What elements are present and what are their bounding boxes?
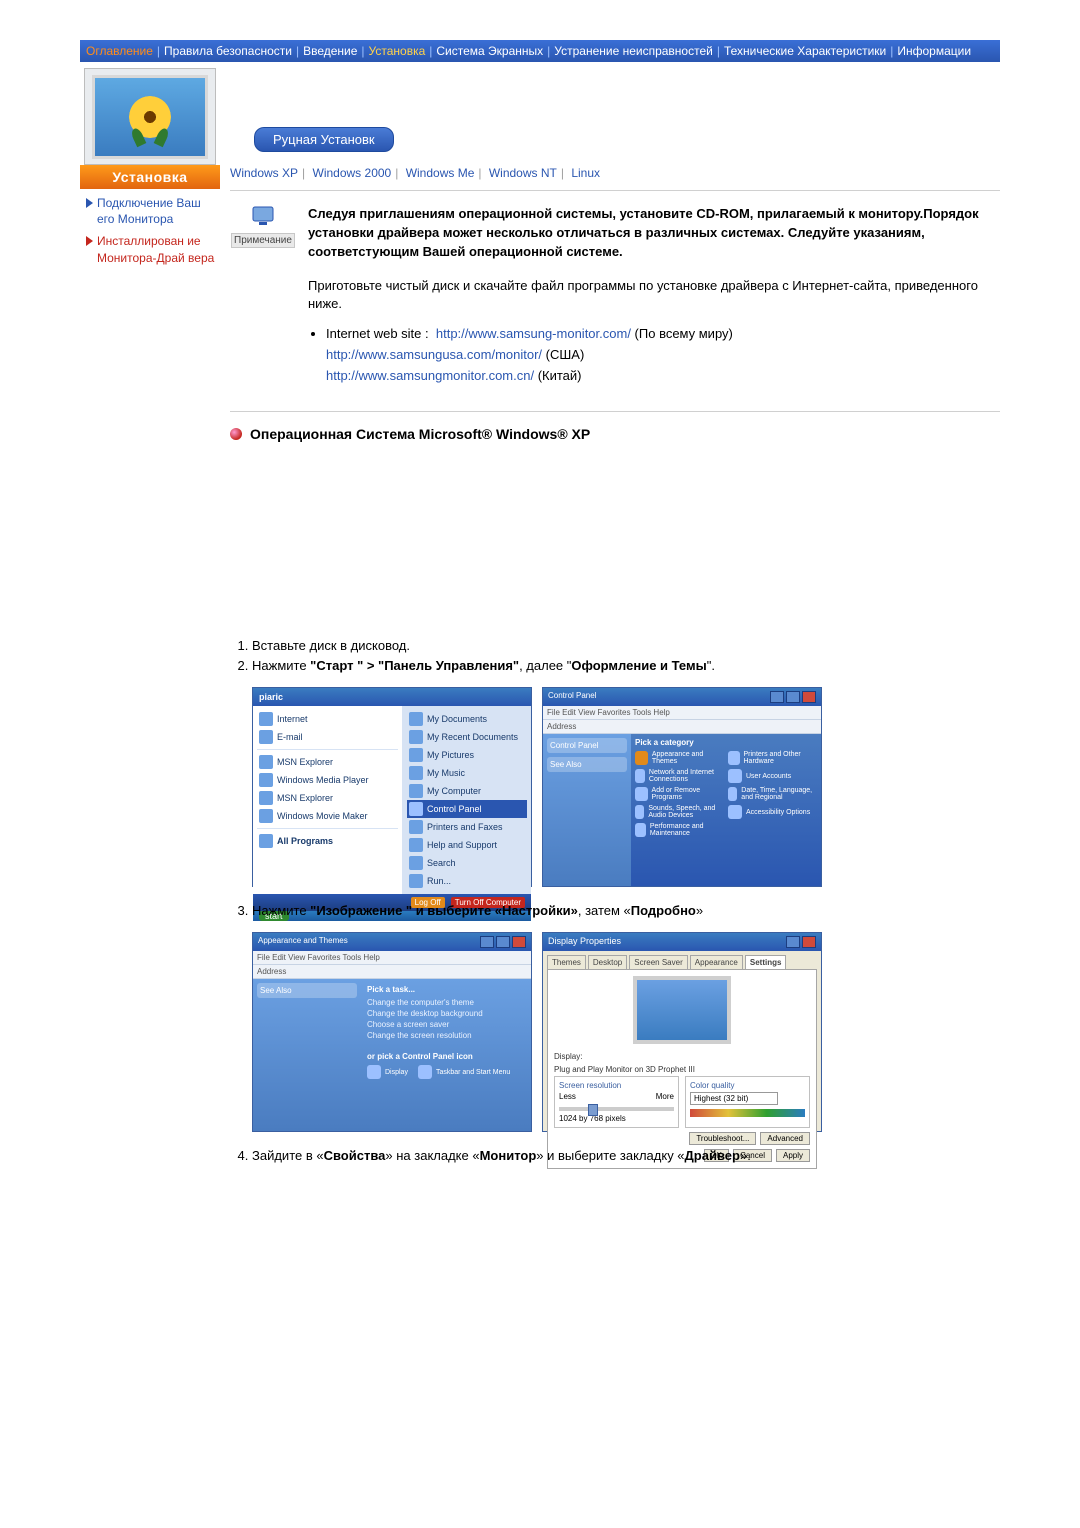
address-bar: Address — [543, 720, 821, 734]
step-1: Вставьте диск в дисковод. — [252, 636, 1000, 657]
start-menu-control-panel[interactable]: Control Panel — [407, 800, 527, 818]
resolution-value: 1024 by 768 pixels — [559, 1114, 674, 1123]
pick-task-label: Pick a task... — [367, 985, 525, 994]
steps-list: Вставьте диск в дисковод. Нажмите "Старт… — [252, 636, 1000, 678]
menu-bar: File Edit View Favorites Tools Help — [253, 951, 531, 965]
os-links: Windows XP| Windows 2000| Windows Me| Wi… — [230, 166, 1000, 180]
close-icon[interactable] — [802, 691, 816, 703]
note-plain-text: Приготовьте чистый диск и скачайте файл … — [308, 277, 1000, 315]
tab-appearance[interactable]: Appearance — [690, 955, 743, 969]
close-icon[interactable] — [512, 936, 526, 948]
install-heading: Установка — [80, 165, 220, 189]
resolution-group: Screen resolution LessMore 1024 by 768 p… — [554, 1076, 679, 1128]
color-bar — [690, 1109, 805, 1117]
nav-item[interactable]: Система Экранных — [436, 44, 543, 58]
window-title: Display Properties — [548, 936, 621, 948]
arrow-icon — [86, 236, 93, 246]
advanced-button[interactable]: Advanced — [760, 1132, 810, 1145]
cat-appearance[interactable]: Appearance and Themes — [635, 751, 724, 765]
tab-settings[interactable]: Settings — [745, 955, 787, 969]
nav-item[interactable]: Технические Характеристики — [724, 44, 886, 58]
task-link[interactable]: Choose a screen saver — [367, 1020, 525, 1029]
screenshot-display-properties: Display Properties Themes Desktop Screen… — [542, 932, 822, 1132]
troubleshoot-button[interactable]: Troubleshoot... — [689, 1132, 756, 1145]
divider — [230, 190, 1000, 191]
menu-bar: File Edit View Favorites Tools Help — [543, 706, 821, 720]
os-link[interactable]: Linux — [571, 166, 600, 180]
display-value: Plug and Play Monitor on 3D Prophet III — [554, 1065, 695, 1074]
nav-item[interactable]: Оглавление — [86, 44, 153, 58]
sidebar-link-driver[interactable]: Инсталлирован ие Монитора-Драй вера — [86, 233, 216, 265]
divider — [230, 411, 1000, 412]
nav-item[interactable]: Устранение неисправностей — [554, 44, 713, 58]
sidebar: Установка Подключение Ваш его Монитора И… — [80, 62, 220, 1177]
maximize-icon[interactable] — [786, 691, 800, 703]
monitor-preview — [633, 976, 731, 1044]
step-2: Нажмите "Старт " > "Панель Управления", … — [252, 656, 1000, 677]
note-bold-text: Следуя приглашениям операционной системы… — [308, 205, 1000, 262]
task-link[interactable]: Change the screen resolution — [367, 1031, 525, 1040]
nav-item[interactable]: Введение — [303, 44, 357, 58]
screenshot-start-menu: piaric Internet E-mail MSN Explorer Wind… — [252, 687, 532, 887]
nav-item-active[interactable]: Установка — [369, 44, 426, 58]
maximize-icon[interactable] — [496, 936, 510, 948]
minimize-icon[interactable] — [480, 936, 494, 948]
window-title: Control Panel — [548, 691, 596, 703]
address-bar: Address — [253, 965, 531, 979]
manual-install-tab[interactable]: Руцная Установк — [254, 127, 394, 152]
taskbar-icon[interactable]: Taskbar and Start Menu — [418, 1065, 510, 1079]
display-label: Display: — [554, 1052, 582, 1061]
display-icon[interactable]: Display — [367, 1065, 408, 1079]
step-4: Зайдите в «Свойства» на закладке «Монито… — [252, 1146, 1000, 1167]
task-link[interactable]: Change the computer's theme — [367, 998, 525, 1007]
steps-list-cont: Нажмите "Изображение " и выберите «Настр… — [252, 901, 1000, 922]
website-line: Internet web site : http://www.samsung-m… — [326, 324, 1000, 386]
monitor-thumbnail — [84, 68, 216, 165]
os-link[interactable]: Windows Me — [406, 166, 475, 180]
screenshot-appearance-themes: Appearance and Themes File Edit View Fav… — [252, 932, 532, 1132]
bullet-icon — [230, 428, 242, 440]
resolution-slider[interactable] — [559, 1107, 674, 1111]
task-link[interactable]: Change the desktop background — [367, 1009, 525, 1018]
os-link[interactable]: Windows XP — [230, 166, 298, 180]
arrow-icon — [86, 198, 93, 208]
or-pick-label: or pick a Control Panel icon — [367, 1052, 525, 1061]
step-3: Нажмите "Изображение " и выберите «Настр… — [252, 901, 1000, 922]
site-link[interactable]: http://www.samsung-monitor.com/ — [436, 326, 631, 341]
apply-button[interactable]: Apply — [776, 1149, 810, 1162]
minimize-icon[interactable] — [770, 691, 784, 703]
main-content: Руцная Установк Windows XP| Windows 2000… — [220, 62, 1000, 1177]
site-link[interactable]: http://www.samsungmonitor.com.cn/ — [326, 368, 534, 383]
pick-category-label: Pick a category — [635, 738, 817, 747]
tab-desktop[interactable]: Desktop — [588, 955, 627, 969]
window-title: Appearance and Themes — [258, 936, 348, 948]
tab-screensaver[interactable]: Screen Saver — [629, 955, 687, 969]
os-link[interactable]: Windows NT — [489, 166, 557, 180]
flower-icon — [129, 96, 171, 138]
steps-list-cont2: Зайдите в «Свойства» на закладке «Монито… — [252, 1146, 1000, 1167]
close-icon[interactable] — [802, 936, 816, 948]
color-select[interactable]: Highest (32 bit) — [690, 1092, 778, 1105]
nav-item[interactable]: Информации — [897, 44, 971, 58]
sidebar-link-connect[interactable]: Подключение Ваш его Монитора — [86, 195, 216, 227]
start-menu-user: piaric — [253, 688, 531, 706]
os-link[interactable]: Windows 2000 — [313, 166, 392, 180]
top-nav: Оглавление| Правила безопасности| Введен… — [80, 40, 1000, 62]
note-badge: Примечание — [230, 205, 296, 248]
site-link[interactable]: http://www.samsungusa.com/monitor/ — [326, 347, 542, 362]
help-icon[interactable] — [786, 936, 800, 948]
monitor-icon — [249, 205, 277, 229]
os-heading: Операционная Система Microsoft® Windows®… — [230, 426, 1000, 442]
tab-themes[interactable]: Themes — [547, 955, 586, 969]
color-group: Color quality Highest (32 bit) — [685, 1076, 810, 1128]
screenshot-control-panel: Control Panel File Edit View Favorites T… — [542, 687, 822, 887]
nav-item[interactable]: Правила безопасности — [164, 44, 292, 58]
